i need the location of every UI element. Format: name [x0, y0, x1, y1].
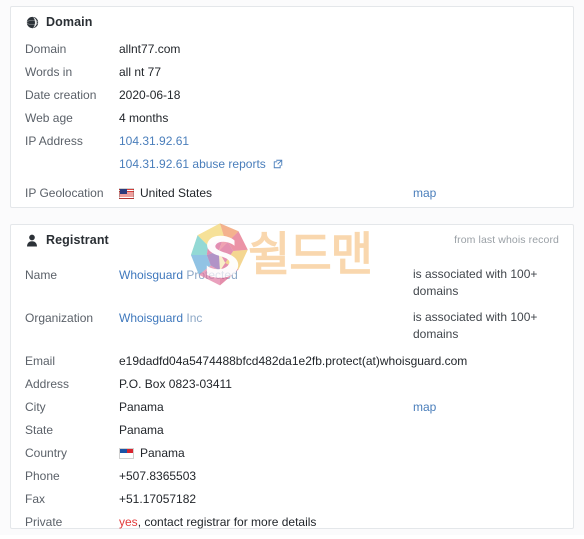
- value-ip-geolocation-wrap: United States: [119, 183, 413, 202]
- value-private-wrap: yes, contact registrar for more details: [119, 512, 559, 531]
- label-words-in: Words in: [25, 65, 73, 79]
- registrant-rows: Name Whoisguard Protected is associated …: [11, 263, 573, 539]
- label-ip-address: IP Address: [25, 134, 83, 148]
- domain-card-title: Domain: [46, 15, 93, 29]
- organization-association-note: is associated with 100+ domains: [413, 310, 538, 341]
- private-value-rest: , contact registrar for more details: [137, 515, 317, 529]
- whois-report-page: Domain Domain allnt77.com Words in all n…: [0, 0, 584, 535]
- private-flag-value: yes: [119, 515, 138, 529]
- row-fax: Fax +51.17057182: [11, 487, 573, 510]
- value-phone: +507.8365503: [119, 469, 197, 483]
- label-city: City: [25, 400, 46, 414]
- row-words-in: Words in all nt 77: [11, 60, 573, 83]
- city-map-cell: map: [413, 397, 559, 416]
- value-domain: allnt77.com: [119, 42, 181, 56]
- globe-icon: [25, 15, 39, 29]
- registrant-card-title: Registrant: [46, 233, 109, 247]
- label-email: Email: [25, 354, 56, 368]
- registrant-card-header: Registrant from last whois record: [11, 225, 573, 255]
- row-address: Address P.O. Box 0823-03411: [11, 372, 573, 395]
- value-country: Panama: [140, 446, 185, 460]
- row-name: Name Whoisguard Protected is associated …: [11, 263, 573, 302]
- geolocation-map-link[interactable]: map: [413, 186, 436, 200]
- us-flag-icon: [119, 187, 134, 199]
- label-address: Address: [25, 377, 70, 391]
- label-fax: Fax: [25, 492, 46, 506]
- organization-value-strong[interactable]: Whoisguard: [119, 311, 183, 325]
- value-ip-address-wrap: 104.31.92.61: [119, 131, 559, 150]
- value-state: Panama: [119, 423, 164, 437]
- value-words-in: all nt 77: [119, 65, 162, 79]
- registrant-header-note: from last whois record: [454, 234, 559, 246]
- city-map-link[interactable]: map: [413, 400, 436, 414]
- geolocation-map-cell: map: [413, 183, 559, 202]
- label-ip-geolocation: IP Geolocation: [25, 186, 104, 200]
- value-organization-wrap: Whoisguard Inc: [119, 308, 413, 327]
- row-date-creation: Date creation 2020-06-18: [11, 83, 573, 106]
- domain-card-header: Domain: [11, 7, 573, 37]
- domain-card: Domain Domain allnt77.com Words in all n…: [10, 6, 574, 208]
- value-city: Panama: [119, 400, 164, 414]
- label-phone: Phone: [25, 469, 60, 483]
- value-country-wrap: Panama: [119, 443, 559, 462]
- value-web-age: 4 months: [119, 111, 169, 125]
- person-icon: [25, 233, 39, 247]
- row-private: Private yes, contact registrar for more …: [11, 510, 573, 533]
- name-value-strong[interactable]: Whoisguard: [119, 268, 183, 282]
- label-country: Country: [25, 446, 68, 460]
- row-abuse-reports: 104.31.92.61 abuse reports: [11, 152, 573, 175]
- label-name: Name: [25, 268, 58, 282]
- row-country: Country Panama: [11, 441, 573, 464]
- label-web-age: Web age: [25, 111, 73, 125]
- organization-value-soft: Inc: [186, 311, 203, 325]
- row-phone: Phone +507.8365503: [11, 464, 573, 487]
- label-date-creation: Date creation: [25, 88, 97, 102]
- row-state: State Panama: [11, 418, 573, 441]
- value-ip-geolocation: United States: [140, 186, 213, 200]
- value-date-creation: 2020-06-18: [119, 88, 181, 102]
- label-domain: Domain: [25, 42, 67, 56]
- registrant-card: Registrant from last whois record Name W…: [10, 224, 574, 529]
- row-web-age: Web age 4 months: [11, 106, 573, 129]
- row-ip-geolocation: IP Geolocation United States map: [11, 181, 573, 204]
- value-name-wrap: Whoisguard Protected: [119, 265, 413, 284]
- row-organization: Organization Whoisguard Inc is associate…: [11, 306, 573, 345]
- panama-flag-icon: [119, 447, 134, 459]
- label-private: Private: [25, 515, 63, 529]
- ip-address-link[interactable]: 104.31.92.61: [119, 134, 189, 148]
- label-state: State: [25, 423, 54, 437]
- external-link-icon[interactable]: [273, 156, 283, 169]
- row-domain: Domain allnt77.com: [11, 37, 573, 60]
- domain-rows: Domain allnt77.com Words in all nt 77 Da…: [11, 37, 573, 210]
- value-fax: +51.17057182: [119, 492, 197, 506]
- value-abuse-reports-wrap: 104.31.92.61 abuse reports: [119, 154, 559, 173]
- value-email: e19dadfd04a5474488bfcd482da1e2fb.protect…: [119, 354, 468, 368]
- row-email: Email e19dadfd04a5474488bfcd482da1e2fb.p…: [11, 349, 573, 372]
- row-ip-address: IP Address 104.31.92.61: [11, 129, 573, 152]
- label-organization: Organization: [25, 311, 94, 325]
- label-spacer: [25, 154, 119, 155]
- name-association-note: is associated with 100+ domains: [413, 267, 538, 298]
- name-value-soft: Protected: [186, 268, 238, 282]
- value-address: P.O. Box 0823-03411: [119, 377, 232, 391]
- abuse-reports-link[interactable]: 104.31.92.61 abuse reports: [119, 157, 266, 171]
- row-city: City Panama map: [11, 395, 573, 418]
